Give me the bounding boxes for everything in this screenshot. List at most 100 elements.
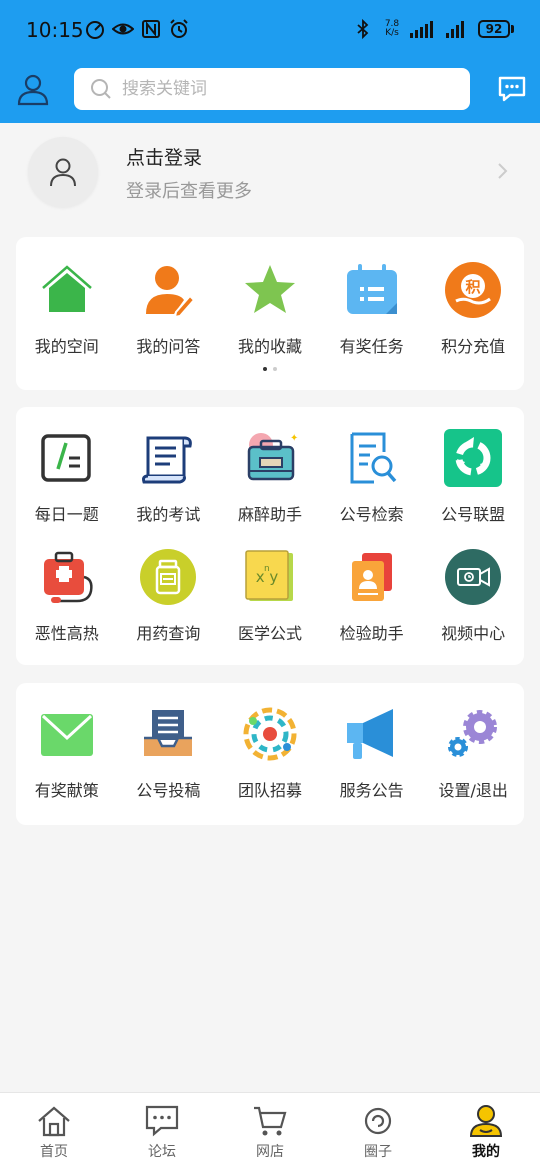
battery-level: 92: [478, 20, 510, 38]
speedometer-icon: [86, 21, 104, 39]
tab-me[interactable]: 我的: [432, 1093, 540, 1166]
item-label: 有奖献策: [34, 781, 99, 800]
daily-question-icon: [36, 427, 98, 489]
profile-icon[interactable]: [16, 72, 50, 106]
item-settings-logout[interactable]: 设置/退出: [422, 703, 524, 801]
item-label: 我的收藏: [237, 337, 302, 356]
mail-icon: [36, 703, 98, 765]
message-icon[interactable]: [497, 74, 527, 104]
home-icon: [36, 259, 98, 321]
tab-home[interactable]: 首页: [0, 1093, 108, 1166]
item-video-center[interactable]: 视频中心: [422, 546, 524, 644]
item-label: 恶性高热: [34, 624, 99, 643]
tab-label: 网店: [256, 1144, 284, 1160]
anesthesia-kit-icon: ✦: [239, 427, 301, 489]
tab-shop[interactable]: 网店: [216, 1093, 324, 1166]
item-submission[interactable]: 公号投稿: [118, 703, 220, 801]
settings-gears-icon: [442, 703, 504, 765]
item-medical-formula[interactable]: x yn 医学公式: [219, 546, 321, 644]
tab-label: 论坛: [148, 1144, 176, 1160]
video-camera-icon: [442, 546, 504, 608]
item-label: 我的问答: [136, 337, 201, 356]
item-malignant-hyperthermia[interactable]: 恶性高热: [16, 546, 118, 644]
status-bar: 10:15 7.8 K/s 92: [0, 0, 540, 62]
signal-1-icon: [410, 21, 433, 38]
login-subtitle: 登录后查看更多: [126, 181, 252, 202]
calendar-task-icon: [341, 259, 403, 321]
speed-unit: K/s: [385, 28, 399, 38]
item-label: 设置/退出: [438, 781, 508, 800]
search-input[interactable]: [122, 79, 452, 99]
item-my-qa[interactable]: 我的问答: [118, 259, 220, 357]
item-label: 公号投稿: [136, 781, 201, 800]
avatar[interactable]: [28, 137, 98, 207]
first-aid-icon: [36, 546, 98, 608]
star-icon: [239, 259, 301, 321]
item-my-space[interactable]: 我的空间: [16, 259, 118, 357]
lab-report-icon: [341, 546, 403, 608]
item-label: 麻醉助手: [237, 505, 302, 524]
item-my-exam[interactable]: 我的考试: [118, 427, 220, 525]
item-label: 每日一题: [34, 505, 99, 524]
megaphone-icon: [341, 703, 403, 765]
item-account-alliance[interactable]: 公号联盟: [422, 427, 524, 525]
alliance-icon: [442, 427, 504, 489]
item-label: 服务公告: [339, 781, 404, 800]
item-label: 公号检索: [339, 505, 404, 524]
forum-tab-icon: [144, 1103, 180, 1139]
page-indicator: [16, 367, 524, 371]
medicine-bottle-icon: [137, 546, 199, 608]
tab-label: 圈子: [364, 1144, 392, 1160]
formula-book-icon: x yn: [239, 546, 301, 608]
tab-forum[interactable]: 论坛: [108, 1093, 216, 1166]
svg-text:积: 积: [466, 278, 481, 296]
network-speed: 7.8 K/s: [382, 20, 402, 38]
submission-tray-icon: [137, 703, 199, 765]
item-my-favorites[interactable]: 我的收藏: [219, 259, 321, 357]
tab-label: 我的: [472, 1144, 500, 1160]
eye-icon: [112, 23, 134, 35]
item-reward-tasks[interactable]: 有奖任务: [321, 259, 423, 357]
signal-2-icon: [446, 21, 464, 38]
circle-tab-icon: [360, 1103, 396, 1139]
user-placeholder-icon: [50, 158, 76, 187]
item-account-search[interactable]: 公号检索: [321, 427, 423, 525]
cart-tab-icon: [252, 1103, 288, 1139]
login-section[interactable]: 点击登录 登录后查看更多: [0, 123, 540, 223]
search-icon: [91, 79, 111, 99]
bluetooth-icon: [357, 18, 369, 40]
item-label: 公号联盟: [441, 505, 506, 524]
item-points-recharge[interactable]: 积 积分充值: [422, 259, 524, 357]
chevron-right-icon[interactable]: [494, 161, 510, 181]
item-label: 我的空间: [34, 337, 99, 356]
item-daily-question[interactable]: 每日一题: [16, 427, 118, 525]
top-bar: 10:15 7.8 K/s 92: [0, 0, 540, 123]
item-anesthesia-assistant[interactable]: ✦ 麻醉助手: [219, 427, 321, 525]
item-drug-lookup[interactable]: 用药查询: [118, 546, 220, 644]
item-label: 有奖任务: [339, 337, 404, 356]
more-card: 有奖献策 公号投稿 团队招募 服务公告 设置/退出: [16, 683, 524, 825]
nfc-icon: [142, 20, 160, 38]
user-edit-icon: [137, 259, 199, 321]
bottom-tab-bar: 首页 论坛 网店 圈子 我的: [0, 1092, 540, 1166]
tools-card: 每日一题 我的考试 ✦ 麻醉助手 公号检索 公号联盟 恶性高热 用药查询 x y…: [16, 407, 524, 665]
svg-text:n: n: [264, 564, 270, 574]
alarm-icon: [170, 19, 188, 38]
tab-circle[interactable]: 圈子: [324, 1093, 432, 1166]
quick-card: 我的空间 我的问答 我的收藏 有奖任务 积 积分充值: [16, 237, 524, 390]
me-tab-icon: [468, 1103, 504, 1139]
item-label: 医学公式: [237, 624, 302, 643]
item-label: 团队招募: [237, 781, 302, 800]
item-service-notice[interactable]: 服务公告: [321, 703, 423, 801]
item-suggestions[interactable]: 有奖献策: [16, 703, 118, 801]
tab-label: 首页: [40, 1144, 68, 1160]
item-team-recruit[interactable]: 团队招募: [219, 703, 321, 801]
document-search-icon: [341, 427, 403, 489]
team-recruit-icon: [239, 703, 301, 765]
status-time: 10:15: [26, 18, 84, 42]
svg-text:✦: ✦: [290, 433, 298, 444]
search-bar[interactable]: [74, 68, 470, 110]
points-icon: 积: [442, 259, 504, 321]
login-title[interactable]: 点击登录: [126, 143, 202, 170]
item-lab-assistant[interactable]: 检验助手: [321, 546, 423, 644]
